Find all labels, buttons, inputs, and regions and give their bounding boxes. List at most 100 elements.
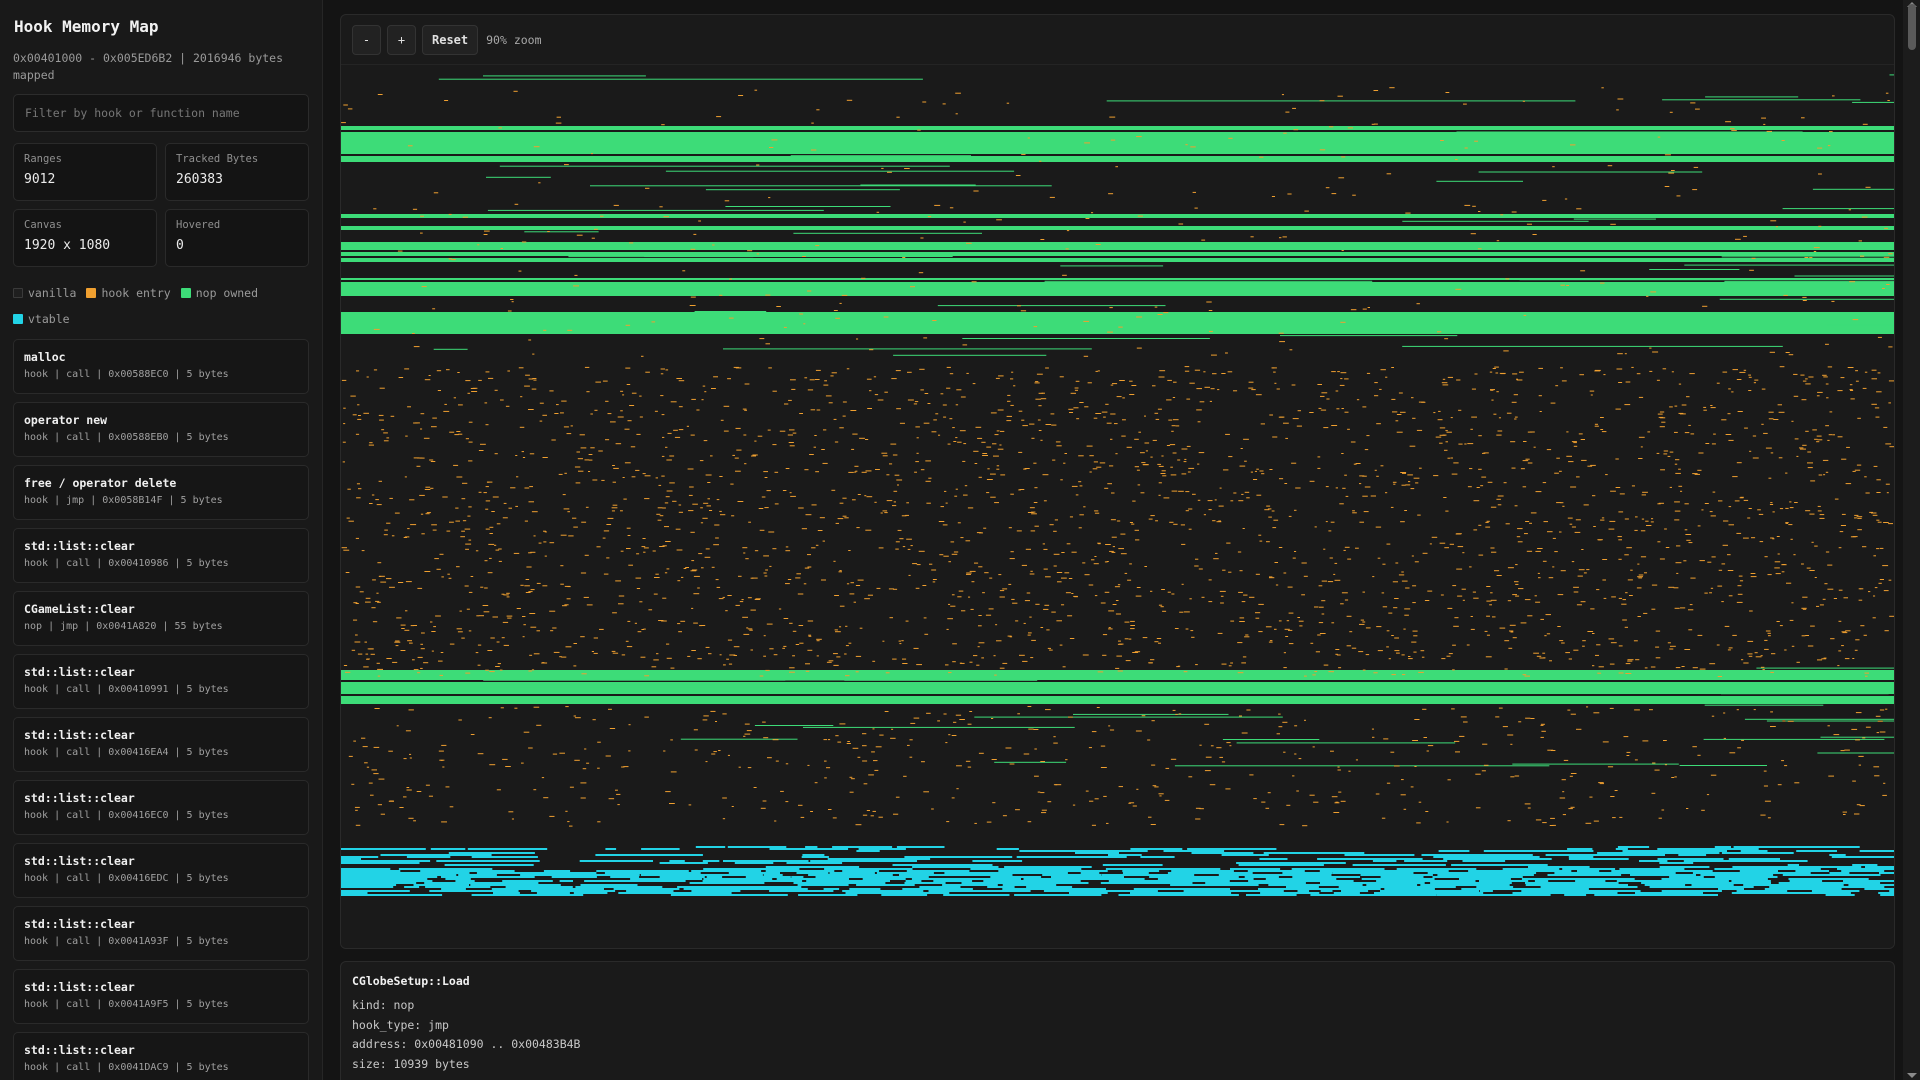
map-range-cell[interactable]	[1489, 604, 1492, 606]
map-range-cell[interactable]	[1374, 469, 1377, 471]
map-range-cell[interactable]	[1279, 416, 1285, 418]
map-range-cell[interactable]	[1022, 425, 1028, 427]
map-range-cell[interactable]	[983, 880, 1081, 882]
map-range-cell[interactable]	[1366, 372, 1371, 374]
map-range-cell[interactable]	[610, 876, 640, 878]
map-range-cell[interactable]	[703, 878, 773, 880]
map-range-cell[interactable]	[507, 617, 512, 619]
map-range-cell[interactable]	[491, 888, 604, 890]
map-range-cell[interactable]	[893, 490, 898, 492]
map-range-cell[interactable]	[1030, 530, 1036, 532]
map-range-cell[interactable]	[705, 646, 710, 648]
map-range-cell[interactable]	[1736, 379, 1742, 380]
map-range-cell[interactable]	[1590, 394, 1593, 396]
map-range-cell[interactable]	[359, 591, 364, 593]
map-range-cell[interactable]	[1379, 388, 1382, 390]
map-range-cell[interactable]	[688, 804, 692, 806]
map-range-cell[interactable]	[822, 462, 828, 464]
map-range-cell[interactable]	[1341, 156, 1346, 158]
map-range-cell[interactable]	[826, 767, 831, 769]
map-range-cell[interactable]	[341, 128, 1895, 130]
map-range-cell[interactable]	[1794, 438, 1799, 440]
map-range-cell[interactable]	[1717, 585, 1723, 587]
map-range-cell[interactable]	[766, 623, 773, 625]
map-range-cell[interactable]	[1852, 864, 1878, 866]
map-range-cell[interactable]	[601, 479, 605, 481]
map-range-cell[interactable]	[1008, 583, 1012, 585]
map-range-cell[interactable]	[524, 585, 530, 587]
map-range-cell[interactable]	[547, 231, 550, 232]
map-range-cell[interactable]	[1447, 607, 1453, 609]
map-range-cell[interactable]	[341, 379, 347, 381]
map-range-cell[interactable]	[666, 643, 670, 645]
map-range-cell[interactable]	[955, 488, 958, 490]
map-range-cell[interactable]	[1248, 381, 1254, 383]
map-range-cell[interactable]	[849, 593, 855, 595]
map-range-cell[interactable]	[1189, 598, 1192, 600]
map-range-cell[interactable]	[1463, 721, 1468, 723]
map-range-cell[interactable]	[990, 412, 997, 414]
map-range-cell[interactable]	[483, 679, 786, 681]
map-range-cell[interactable]	[1183, 890, 1284, 892]
map-range-cell[interactable]	[1453, 625, 1459, 627]
map-range-cell[interactable]	[746, 730, 752, 732]
map-range-cell[interactable]	[611, 650, 616, 652]
map-range-cell[interactable]	[1862, 737, 1866, 739]
map-range-cell[interactable]	[1877, 720, 1883, 722]
map-range-cell[interactable]	[672, 500, 677, 502]
map-range-cell[interactable]	[645, 187, 650, 189]
map-range-cell[interactable]	[1496, 575, 1502, 576]
map-range-cell[interactable]	[1452, 644, 1456, 646]
map-range-cell[interactable]	[508, 811, 514, 813]
map-range-cell[interactable]	[669, 455, 675, 457]
map-range-cell[interactable]	[1022, 660, 1028, 662]
map-range-cell[interactable]	[915, 461, 919, 463]
map-range-cell[interactable]	[421, 533, 425, 535]
map-range-cell[interactable]	[723, 664, 726, 666]
map-range-cell[interactable]	[397, 250, 403, 252]
map-range-cell[interactable]	[1574, 531, 1581, 533]
map-range-cell[interactable]	[1751, 257, 1756, 259]
map-range-cell[interactable]	[1129, 394, 1135, 395]
map-range-cell[interactable]	[1873, 766, 1880, 768]
map-range-cell[interactable]	[1291, 868, 1385, 870]
map-range-cell[interactable]	[678, 429, 684, 431]
map-range-cell[interactable]	[1073, 595, 1078, 597]
map-range-cell[interactable]	[575, 482, 581, 484]
map-range-cell[interactable]	[599, 628, 604, 630]
map-range-cell[interactable]	[862, 745, 867, 747]
map-range-cell[interactable]	[480, 586, 484, 588]
map-range-cell[interactable]	[341, 316, 1895, 318]
map-range-cell[interactable]	[607, 413, 612, 415]
map-range-cell[interactable]	[1864, 371, 1868, 373]
map-range-cell[interactable]	[1075, 494, 1079, 496]
map-range-cell[interactable]	[813, 446, 816, 448]
map-range-cell[interactable]	[882, 455, 888, 457]
map-range-cell[interactable]	[1669, 451, 1674, 453]
map-range-cell[interactable]	[405, 730, 411, 732]
map-range-cell[interactable]	[722, 818, 726, 820]
map-range-cell[interactable]	[833, 418, 837, 420]
map-range-cell[interactable]	[779, 430, 786, 432]
map-range-cell[interactable]	[1255, 394, 1262, 396]
map-range-cell[interactable]	[1392, 481, 1397, 483]
map-range-cell[interactable]	[1833, 734, 1840, 736]
map-range-cell[interactable]	[1402, 345, 1783, 347]
map-range-cell[interactable]	[1376, 475, 1379, 477]
map-range-cell[interactable]	[341, 870, 401, 872]
map-range-cell[interactable]	[1279, 237, 1282, 239]
map-range-cell[interactable]	[1109, 465, 1114, 467]
map-range-cell[interactable]	[341, 672, 1895, 674]
map-range-cell[interactable]	[1251, 389, 1256, 391]
map-range-cell[interactable]	[586, 762, 590, 764]
map-range-cell[interactable]	[769, 890, 834, 892]
map-range-cell[interactable]	[613, 467, 619, 469]
map-range-cell[interactable]	[1094, 512, 1100, 514]
map-range-cell[interactable]	[1655, 646, 1660, 648]
map-range-cell[interactable]	[1376, 423, 1381, 425]
map-range-cell[interactable]	[1152, 439, 1157, 441]
map-range-cell[interactable]	[1635, 659, 1640, 661]
map-range-cell[interactable]	[441, 744, 447, 746]
map-range-cell[interactable]	[1020, 310, 1027, 312]
map-range-cell[interactable]	[738, 95, 744, 96]
